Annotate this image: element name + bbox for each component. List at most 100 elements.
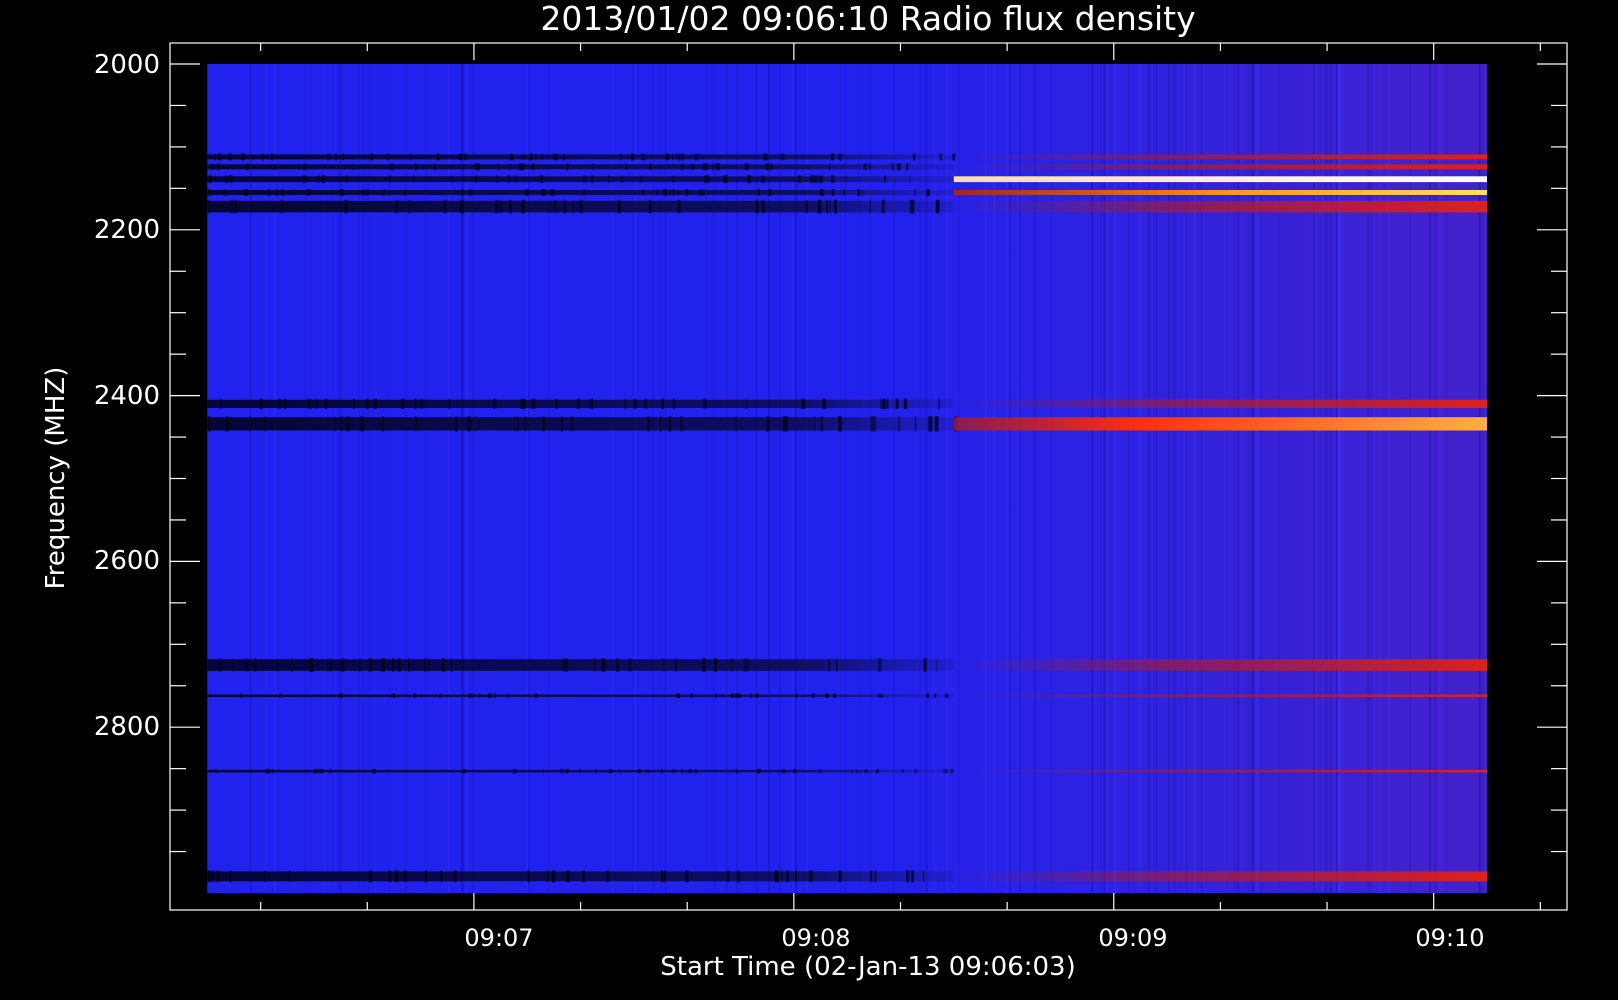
band-speckle [442,658,446,672]
band-speckle [275,189,278,196]
band-speckle [929,416,933,432]
band-speckle [822,398,827,409]
band-speckle [307,398,312,409]
band-speckle [542,768,545,774]
band-speckle [618,768,621,774]
band-speckle [672,175,676,184]
band-speckle [403,870,407,883]
band-speckle [923,658,927,672]
band-speckle [264,416,266,432]
band-speckle [619,153,623,161]
band-speckle [831,175,835,184]
band-speckle [500,199,502,214]
band-speckle [468,693,471,698]
band-speckle [391,658,394,672]
band-speckle [345,175,349,184]
texture-streak [261,64,263,893]
texture-streak [526,64,528,893]
band-speckle [419,398,424,409]
band-speckle [208,416,211,432]
band-speckle [239,693,243,698]
texture-streak [405,64,407,893]
band-speckle [685,870,689,883]
band-speckle [944,693,949,698]
band-speckle [524,416,527,432]
band-speckle [623,398,627,409]
texture-streak [1278,64,1280,893]
texture-streak [736,64,738,893]
band-speckle [912,153,916,161]
texture-streak [1429,64,1430,893]
band-speckle [359,658,361,672]
band-speckle [270,153,273,161]
band-speckle [869,199,871,214]
band-speckle [394,199,399,214]
band-speckle [241,153,245,161]
texture-streak [1155,64,1158,893]
band-speckle [368,658,371,672]
band-speckle [561,416,563,432]
texture-streak [339,64,342,893]
band-speckle [509,153,514,161]
band-speckle [408,199,410,214]
texture-streak [1256,64,1259,893]
band-speckle [546,870,549,883]
texture-streak [472,64,475,893]
band-speckle [881,693,884,698]
band-speckle [668,416,672,432]
texture-streak [958,64,960,893]
band-speckle [730,658,734,672]
band-speckle [660,768,663,774]
band-speckle [317,768,322,774]
band-speckle [475,416,477,432]
band-speckle [909,199,912,214]
band-speckle [413,693,417,698]
band-speckle [818,768,822,774]
band-speckle [877,658,882,672]
band-speckle [836,658,838,672]
band-speckle [276,658,279,672]
band-speckle [834,199,837,214]
band-speckle [685,189,689,196]
band-speckle [540,175,544,184]
band-speckle [217,163,220,171]
band-speckle [592,163,594,171]
texture-streak [806,64,808,893]
band-speckle [262,153,265,161]
band-speckle [896,163,900,171]
band-speckle [345,416,350,432]
band-speckle [579,768,581,774]
texture-streak [1247,64,1250,893]
band-speckle [561,658,566,672]
band-speckle [474,163,479,171]
band-speckle [677,189,679,196]
texture-streak [1022,64,1023,893]
texture-streak [767,64,770,893]
band-speckle [333,416,336,432]
band-speckle [608,175,609,184]
band-speckle [744,163,749,171]
band-speckle [309,658,312,672]
band-speckle [468,189,472,196]
band-speckle [737,870,741,883]
texture-streak [425,64,427,893]
band-speckle [514,416,516,432]
band-speckle [414,398,417,409]
band-speckle [639,175,644,184]
band-speckle [410,153,412,161]
band-speckle [883,175,886,184]
texture-streak [1113,64,1116,893]
heatmap-image [207,64,1488,893]
band-speckle [448,398,451,409]
band-speckle [506,175,511,184]
band-speckle [809,870,813,883]
band-speckle [749,693,753,698]
texture-streak [1173,64,1176,893]
texture-streak [274,64,276,893]
texture-streak [1336,64,1338,893]
band-speckle [522,398,526,409]
band-speckle [680,163,683,171]
band-speckle [770,163,773,171]
band-speckle [521,163,525,171]
band-speckle [565,658,569,672]
